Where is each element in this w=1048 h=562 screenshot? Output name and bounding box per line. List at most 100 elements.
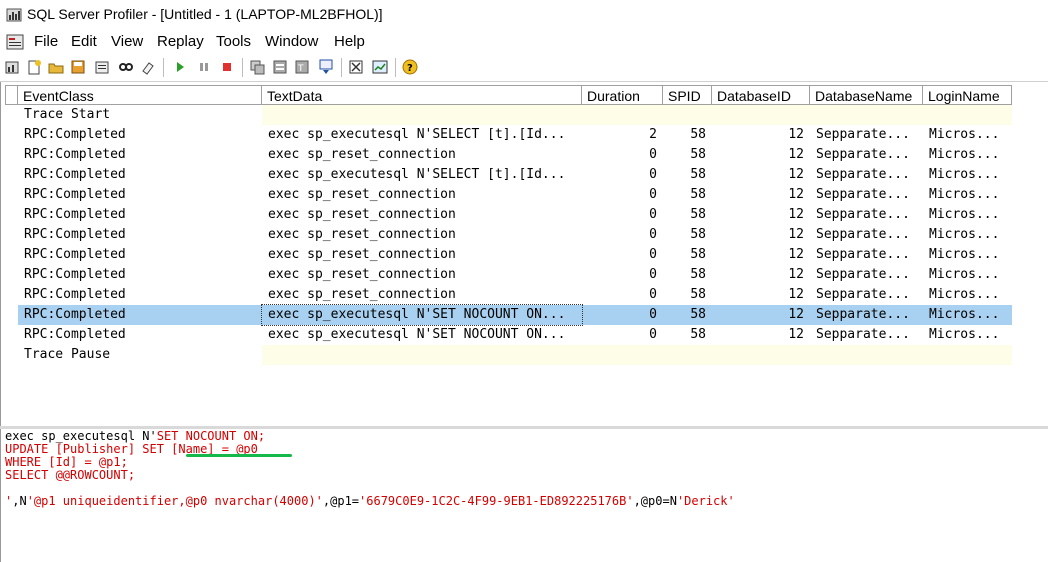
menu-edit[interactable]: Edit: [71, 33, 97, 50]
cell-spid: 58: [690, 167, 706, 182]
cell-databaseid: 12: [788, 207, 804, 222]
document-icon[interactable]: [6, 34, 26, 52]
svg-text:T: T: [297, 64, 304, 74]
table-row[interactable]: RPC:Completed exec sp_reset_connection 0 58…: [18, 265, 1012, 285]
cell-textdata: [262, 345, 582, 365]
cell-duration: 0: [649, 227, 657, 242]
cell-databasename: Sepparate...: [816, 207, 910, 222]
menu-view[interactable]: View: [111, 33, 143, 50]
cell-eventclass: RPC:Completed: [24, 187, 126, 202]
cell-databaseid: 12: [788, 327, 804, 342]
column-header-duration[interactable]: Duration: [582, 85, 663, 105]
menu-tools[interactable]: Tools: [216, 33, 251, 50]
cell-textdata: exec sp_reset_connection: [268, 247, 456, 262]
pause-icon[interactable]: [196, 59, 212, 75]
cell-loginname: Micros...: [929, 167, 1000, 182]
cell-textdata: exec sp_executesql N'SET NOCOUNT ON...: [268, 327, 566, 342]
menu-help[interactable]: Help: [334, 33, 365, 50]
cell-loginname: [923, 105, 1012, 125]
column-header-loginname[interactable]: LoginName: [923, 85, 1012, 105]
menu-bar: File Edit View Replay Tools Window Help: [0, 30, 1048, 54]
cell-eventclass: RPC:Completed: [24, 307, 126, 322]
cell-duration: 0: [649, 287, 657, 302]
detail-p1-assign: ,@p1=: [322, 494, 360, 508]
column-header-databasename[interactable]: DatabaseName: [810, 85, 923, 105]
table-row[interactable]: Trace Start: [18, 105, 1012, 125]
table-row[interactable]: RPC:Completed exec sp_executesql N'SET NO…: [18, 304, 1012, 326]
cell-textdata: exec sp_reset_connection: [268, 267, 456, 282]
cell-databasename: Sepparate...: [816, 227, 910, 242]
stop-icon[interactable]: [219, 59, 235, 75]
cell-databasename: Sepparate...: [816, 267, 910, 282]
cell-spid: 58: [690, 307, 706, 322]
cell-duration: 0: [649, 187, 657, 202]
table-row[interactable]: RPC:Completed exec sp_reset_connection 0 58…: [18, 145, 1012, 165]
menu-replay[interactable]: Replay: [157, 33, 204, 50]
table-row[interactable]: RPC:Completed exec sp_executesql N'SELECT…: [18, 165, 1012, 185]
cell-databaseid: 12: [788, 127, 804, 142]
cell-eventclass: RPC:Completed: [24, 267, 126, 282]
cell-eventclass: RPC:Completed: [24, 327, 126, 342]
cell-duration: 0: [649, 247, 657, 262]
cell-textdata: exec sp_reset_connection: [268, 227, 456, 242]
new-template-icon[interactable]: [26, 59, 42, 75]
cell-textdata: [262, 105, 582, 125]
clear-icon[interactable]: [140, 59, 156, 75]
detail-p0-assign: ,@p0=N: [633, 494, 677, 508]
chart-icon[interactable]: [372, 59, 388, 75]
auto-scroll-icon[interactable]: [250, 59, 266, 75]
toolbar-separator: [242, 58, 243, 77]
toolbar-separator: [163, 58, 164, 77]
menu-window[interactable]: Window: [265, 33, 318, 50]
cell-duration: [582, 105, 663, 125]
text-icon[interactable]: T: [294, 59, 310, 75]
textdata-detail-pane[interactable]: exec sp_executesql N'SET NOCOUNT ON; UPD…: [0, 429, 1048, 562]
settings-icon[interactable]: [348, 59, 364, 75]
detail-n-prefix: ,N: [12, 494, 27, 508]
detail-param-definition: '@p1 uniqueidentifier,@p0 nvarchar(4000)…: [26, 494, 323, 508]
svg-text:?: ?: [407, 63, 413, 74]
table-row[interactable]: RPC:Completed exec sp_reset_connection 0 58…: [18, 285, 1012, 305]
table-row[interactable]: RPC:Completed exec sp_executesql N'SET NO…: [18, 325, 1012, 345]
detail-p0-value: 'Derick': [676, 494, 735, 508]
filter-icon[interactable]: [318, 59, 334, 75]
detail-p1-value: '6679C0E9-1C2C-4F99-9EB1-ED892225176B': [359, 494, 634, 508]
table-row[interactable]: Trace Pause: [18, 345, 1012, 365]
cell-spid: 58: [690, 127, 706, 142]
cell-eventclass: RPC:Completed: [24, 207, 126, 222]
cell-textdata: exec sp_executesql N'SELECT [t].[Id...: [268, 127, 566, 142]
open-icon[interactable]: [48, 59, 64, 75]
column-header-eventclass[interactable]: EventClass: [18, 85, 262, 105]
properties-icon[interactable]: [94, 59, 110, 75]
help-icon[interactable]: ?: [402, 59, 418, 75]
column-header-textdata[interactable]: TextData: [262, 85, 582, 105]
cell-loginname: Micros...: [929, 307, 1000, 322]
window-title: SQL Server Profiler - [Untitled - 1 (LAP…: [27, 6, 383, 22]
column-header-databaseid[interactable]: DatabaseID: [712, 85, 810, 105]
cell-eventclass: Trace Pause: [24, 347, 111, 362]
table-row[interactable]: RPC:Completed exec sp_reset_connection 0 58…: [18, 205, 1012, 225]
toolbar: T ?: [0, 55, 1048, 82]
start-icon[interactable]: [172, 59, 188, 75]
cell-spid: 58: [690, 187, 706, 202]
column-header-spid[interactable]: SPID: [663, 85, 712, 105]
cell-eventclass: RPC:Completed: [24, 287, 126, 302]
cell-textdata: exec sp_executesql N'SELECT [t].[Id...: [268, 167, 566, 182]
table-row[interactable]: RPC:Completed exec sp_reset_connection 0 58…: [18, 185, 1012, 205]
highlight-underline: [186, 454, 292, 457]
cell-textdata: exec sp_executesql N'SET NOCOUNT ON...: [261, 304, 583, 326]
cell-textdata: exec sp_reset_connection: [268, 187, 456, 202]
menu-file[interactable]: File: [34, 33, 58, 50]
table-row[interactable]: RPC:Completed exec sp_reset_connection 0 58…: [18, 225, 1012, 245]
table-row[interactable]: RPC:Completed exec sp_reset_connection 0 58…: [18, 245, 1012, 265]
cell-databasename: [810, 345, 923, 365]
new-trace-icon[interactable]: [4, 59, 20, 75]
scroll-icon[interactable]: [272, 59, 288, 75]
table-row[interactable]: RPC:Completed exec sp_executesql N'SELECT…: [18, 125, 1012, 145]
detail-line-4: SELECT @@ROWCOUNT;: [5, 468, 136, 482]
cell-duration: 0: [649, 167, 657, 182]
find-icon[interactable]: [118, 59, 134, 75]
cell-databasename: Sepparate...: [816, 187, 910, 202]
save-icon[interactable]: [70, 59, 86, 75]
cell-spid: 58: [690, 207, 706, 222]
